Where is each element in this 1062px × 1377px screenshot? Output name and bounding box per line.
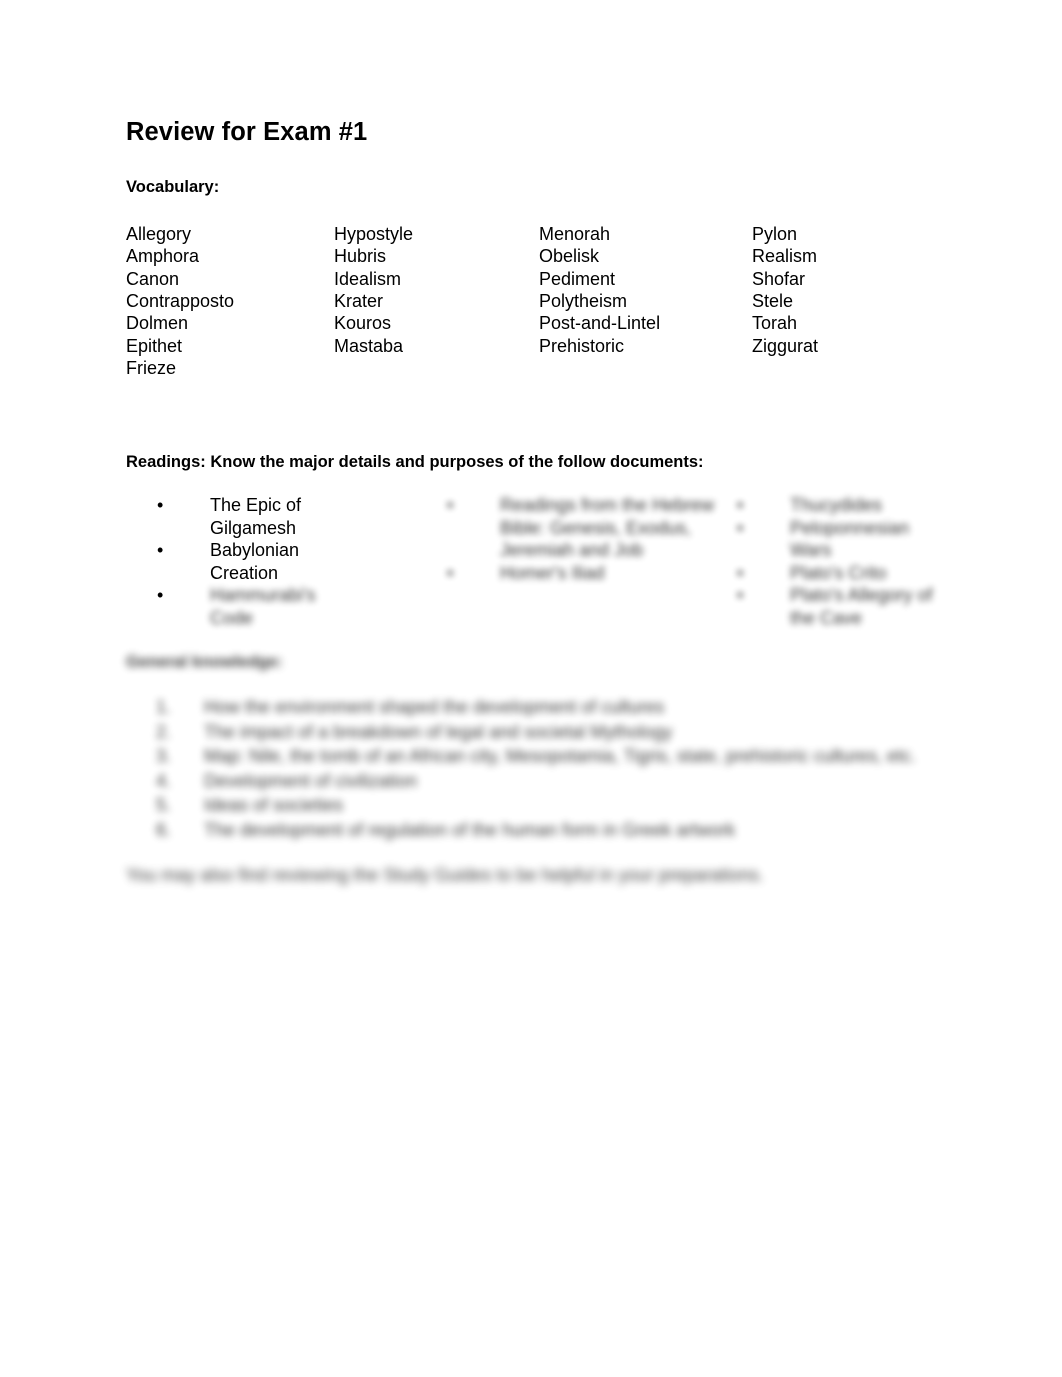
vocabulary-term: Polytheism bbox=[539, 290, 628, 311]
list-item-label: Plato's Allegory of the Cave bbox=[790, 585, 933, 628]
list-item-label: The development of regulation of the hum… bbox=[204, 820, 736, 840]
vocabulary-term: Menorah bbox=[539, 223, 611, 244]
vocabulary-term: Pediment bbox=[539, 268, 616, 289]
bullet-icon: • bbox=[447, 562, 454, 583]
list-item-label: The impact of a breakdown of legal and s… bbox=[204, 721, 673, 742]
vocabulary-term: Realism bbox=[752, 246, 818, 267]
vocabulary-heading: Vocabulary: bbox=[126, 178, 220, 197]
list-item-label: Peloponnesian Wars bbox=[790, 517, 910, 561]
vocabulary-column-1: Allegory Amphora Canon Contrapposto Dolm… bbox=[126, 223, 334, 380]
list-marker: 4. bbox=[156, 770, 172, 791]
list-item: 2. The impact of a breakdown of legal an… bbox=[156, 720, 946, 745]
list-item-label: Readings from the Hebrew Bible: Genesis,… bbox=[500, 495, 715, 561]
list-marker: 2. bbox=[156, 721, 172, 742]
list-item-label: Development of civilization bbox=[204, 770, 418, 791]
vocabulary-term: Stele bbox=[752, 290, 794, 311]
vocabulary-column-3: Menorah Obelisk Pediment Polytheism Post… bbox=[539, 223, 752, 380]
readings-columns: • The Epic of Gilgamesh • Babylonian Cre… bbox=[148, 494, 946, 630]
list-item-label: Babylonian Creation bbox=[210, 540, 300, 583]
bullet-icon: • bbox=[157, 585, 164, 606]
document-body: Review for Exam #1 Vocabulary: Allegory … bbox=[126, 118, 946, 887]
list-item: 4. Development of civilization bbox=[156, 769, 946, 794]
readings-heading: Readings: Know the major details and pur… bbox=[126, 452, 704, 471]
vocabulary-term: Prehistoric bbox=[539, 335, 625, 356]
vocabulary-term: Ziggurat bbox=[752, 335, 819, 356]
vocabulary-term: Shofar bbox=[752, 268, 806, 289]
bullet-icon: • bbox=[447, 495, 454, 516]
list-marker: 5. bbox=[156, 795, 172, 816]
general-knowledge-heading: General knowledge: bbox=[126, 652, 283, 671]
readings-column-3: • Thucydides • Peloponnesian Wars • Plat… bbox=[728, 494, 946, 630]
list-item-label: The Epic of Gilgamesh bbox=[210, 495, 302, 538]
list-item: • Plato's Crito bbox=[728, 562, 946, 585]
list-marker: 3. bbox=[156, 746, 172, 767]
document-page: Review for Exam #1 Vocabulary: Allegory … bbox=[0, 0, 1062, 1377]
list-item: • Babylonian Creation bbox=[148, 539, 438, 584]
vocabulary-term: Canon bbox=[126, 268, 180, 289]
bullet-icon: • bbox=[157, 495, 164, 516]
bullet-icon: • bbox=[737, 495, 744, 516]
readings-column-1: • The Epic of Gilgamesh • Babylonian Cre… bbox=[148, 494, 438, 630]
list-item-label: Ideas of societies bbox=[204, 795, 344, 816]
list-item: • The Epic of Gilgamesh bbox=[148, 494, 438, 539]
vocabulary-term: Dolmen bbox=[126, 313, 189, 334]
list-item: • Peloponnesian Wars bbox=[728, 517, 946, 562]
vocabulary-term: Pylon bbox=[752, 223, 798, 244]
vocabulary-term: Epithet bbox=[126, 335, 183, 356]
vocabulary-term: Krater bbox=[334, 290, 384, 311]
vocabulary-column-4: Pylon Realism Shofar Stele Torah Ziggura… bbox=[752, 223, 946, 380]
list-item-label: How the environment shaped the developme… bbox=[204, 697, 665, 718]
bullet-icon: • bbox=[737, 585, 744, 606]
vocabulary-column-2: Hypostyle Hubris Idealism Krater Kouros … bbox=[334, 223, 539, 380]
page-title: Review for Exam #1 bbox=[126, 118, 368, 146]
list-item: • Thucydides bbox=[728, 494, 946, 517]
list-item: • Homer's Iliad bbox=[438, 562, 728, 585]
list-item-label: Plato's Crito bbox=[790, 562, 887, 583]
bullet-icon: • bbox=[737, 562, 744, 583]
list-item: • Hammurabi's Code bbox=[148, 584, 438, 629]
vocabulary-term: Kouros bbox=[334, 313, 392, 334]
vocabulary-term: Allegory bbox=[126, 223, 192, 244]
bullet-icon: • bbox=[737, 517, 744, 538]
vocabulary-grid: Allegory Amphora Canon Contrapposto Dolm… bbox=[126, 223, 946, 380]
list-item-label: Map: Nile, the tomb of an African city, … bbox=[204, 746, 916, 767]
list-item-label: Homer's Iliad bbox=[500, 562, 605, 583]
list-marker: 6. bbox=[156, 820, 172, 840]
bullet-icon: • bbox=[157, 540, 164, 561]
vocabulary-term: Hypostyle bbox=[334, 223, 414, 244]
list-item: 5. Ideas of societies bbox=[156, 793, 946, 818]
vocabulary-term: Post-and-Lintel bbox=[539, 313, 661, 334]
vocabulary-term: Obelisk bbox=[539, 246, 600, 267]
list-item: 3. Map: Nile, the tomb of an African cit… bbox=[156, 744, 946, 769]
vocabulary-term: Mastaba bbox=[334, 335, 404, 356]
list-item: • Readings from the Hebrew Bible: Genesi… bbox=[438, 494, 728, 562]
list-item-label: Thucydides bbox=[790, 495, 883, 516]
list-marker: 1. bbox=[156, 697, 172, 718]
vocabulary-term: Hubris bbox=[334, 246, 387, 267]
list-item: • Plato's Allegory of the Cave bbox=[728, 584, 946, 629]
closing-paragraph: You may also find reviewing the Study Gu… bbox=[126, 864, 764, 885]
vocabulary-term: Idealism bbox=[334, 268, 402, 289]
general-knowledge-list: 1. How the environment shaped the develo… bbox=[156, 695, 946, 843]
list-item-label: Hammurabi's Code bbox=[210, 585, 316, 628]
readings-column-2: • Readings from the Hebrew Bible: Genesi… bbox=[438, 494, 728, 630]
vocabulary-term: Amphora bbox=[126, 246, 200, 267]
vocabulary-term: Frieze bbox=[126, 358, 177, 379]
vocabulary-term: Contrapposto bbox=[126, 290, 235, 311]
vocabulary-term: Torah bbox=[752, 313, 798, 334]
list-item: 1. How the environment shaped the develo… bbox=[156, 695, 946, 720]
list-item: 6. The development of regulation of the … bbox=[156, 818, 946, 843]
